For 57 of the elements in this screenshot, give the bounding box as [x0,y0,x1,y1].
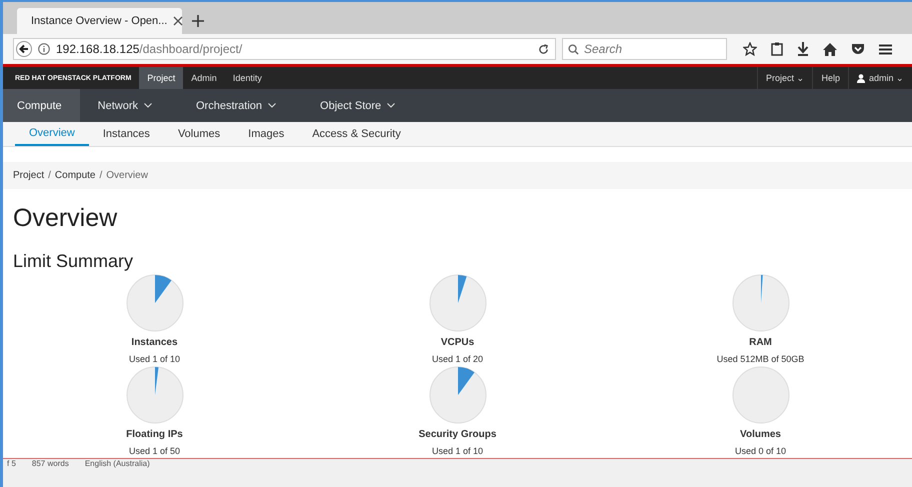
status-text: f 5 [7,459,16,468]
subnav-tab[interactable]: Overview [15,122,89,146]
subnav-tab[interactable]: Access & Security [298,122,415,146]
page-title: Overview [13,204,118,233]
user-icon [856,74,865,82]
star-icon[interactable] [743,42,757,56]
nav-item[interactable]: Orchestration [182,89,294,122]
nav-item[interactable]: Compute [3,89,80,122]
limit-name: RAM [749,337,772,348]
close-icon[interactable] [173,16,184,26]
info-icon [38,43,50,55]
limit-usage: Used 0 of 10 [734,446,786,456]
limit-name: VCPUs [440,337,474,348]
breadcrumb-separator: / [99,170,102,181]
limit-usage: Used 1 of 10 [128,354,180,364]
nav-item[interactable]: Object Store [306,89,414,122]
browser-tab[interactable]: Instance Overview - Open... [17,8,182,34]
breadcrumb-item[interactable]: Project [13,170,44,181]
tab-title: Instance Overview - Open... [31,15,168,27]
status-text: English (Australia) [84,459,150,468]
nav-item[interactable]: Network [84,89,170,122]
limit-usage: Used 1 of 50 [128,446,180,456]
limit-usage: Used 1 of 20 [432,354,484,364]
address-field[interactable]: 192.168.18.125/dashboard/project/ [13,38,556,60]
breadcrumb-item: Overview [106,170,148,181]
menu-icon[interactable] [879,44,892,54]
usage-pie-chart [732,274,790,332]
pocket-icon[interactable] [851,43,865,55]
usage-pie-chart [428,274,486,332]
usage-pie-chart [428,366,486,424]
usage-pie-chart [126,366,184,424]
limit-name: Security Groups [418,429,496,440]
usage-pie-chart [126,274,184,332]
new-tab-icon[interactable] [192,15,204,27]
limit-name: Floating IPs [126,429,183,440]
section-title: Limit Summary [13,251,134,272]
subnav-tab[interactable]: Volumes [164,122,234,146]
top-tab[interactable]: Identity [224,67,270,89]
limit-usage: Used 512MB of 50GB [716,354,804,364]
breadcrumb-separator: / [48,170,51,181]
limit-name: Instances [131,337,178,348]
top-tab[interactable]: Admin [183,67,225,89]
limit-name: Volumes [740,429,781,440]
breadcrumb-item[interactable]: Compute [54,170,96,181]
limit-usage: Used 1 of 10 [432,446,484,456]
top-tab[interactable]: Project [139,67,184,89]
back-icon[interactable] [16,41,32,57]
home-icon[interactable] [823,42,837,56]
subnav-tab[interactable]: Images [234,122,298,146]
reload-icon[interactable] [538,44,549,54]
url-text: 192.168.18.125/dashboard/project/ [56,42,244,56]
status-text: 857 words [32,459,69,468]
subnav-tab[interactable]: Instances [88,122,164,146]
clipboard-icon[interactable] [771,42,783,56]
search-field[interactable]: Search [562,38,727,60]
download-icon[interactable] [797,42,809,56]
usage-pie-chart [732,366,790,424]
